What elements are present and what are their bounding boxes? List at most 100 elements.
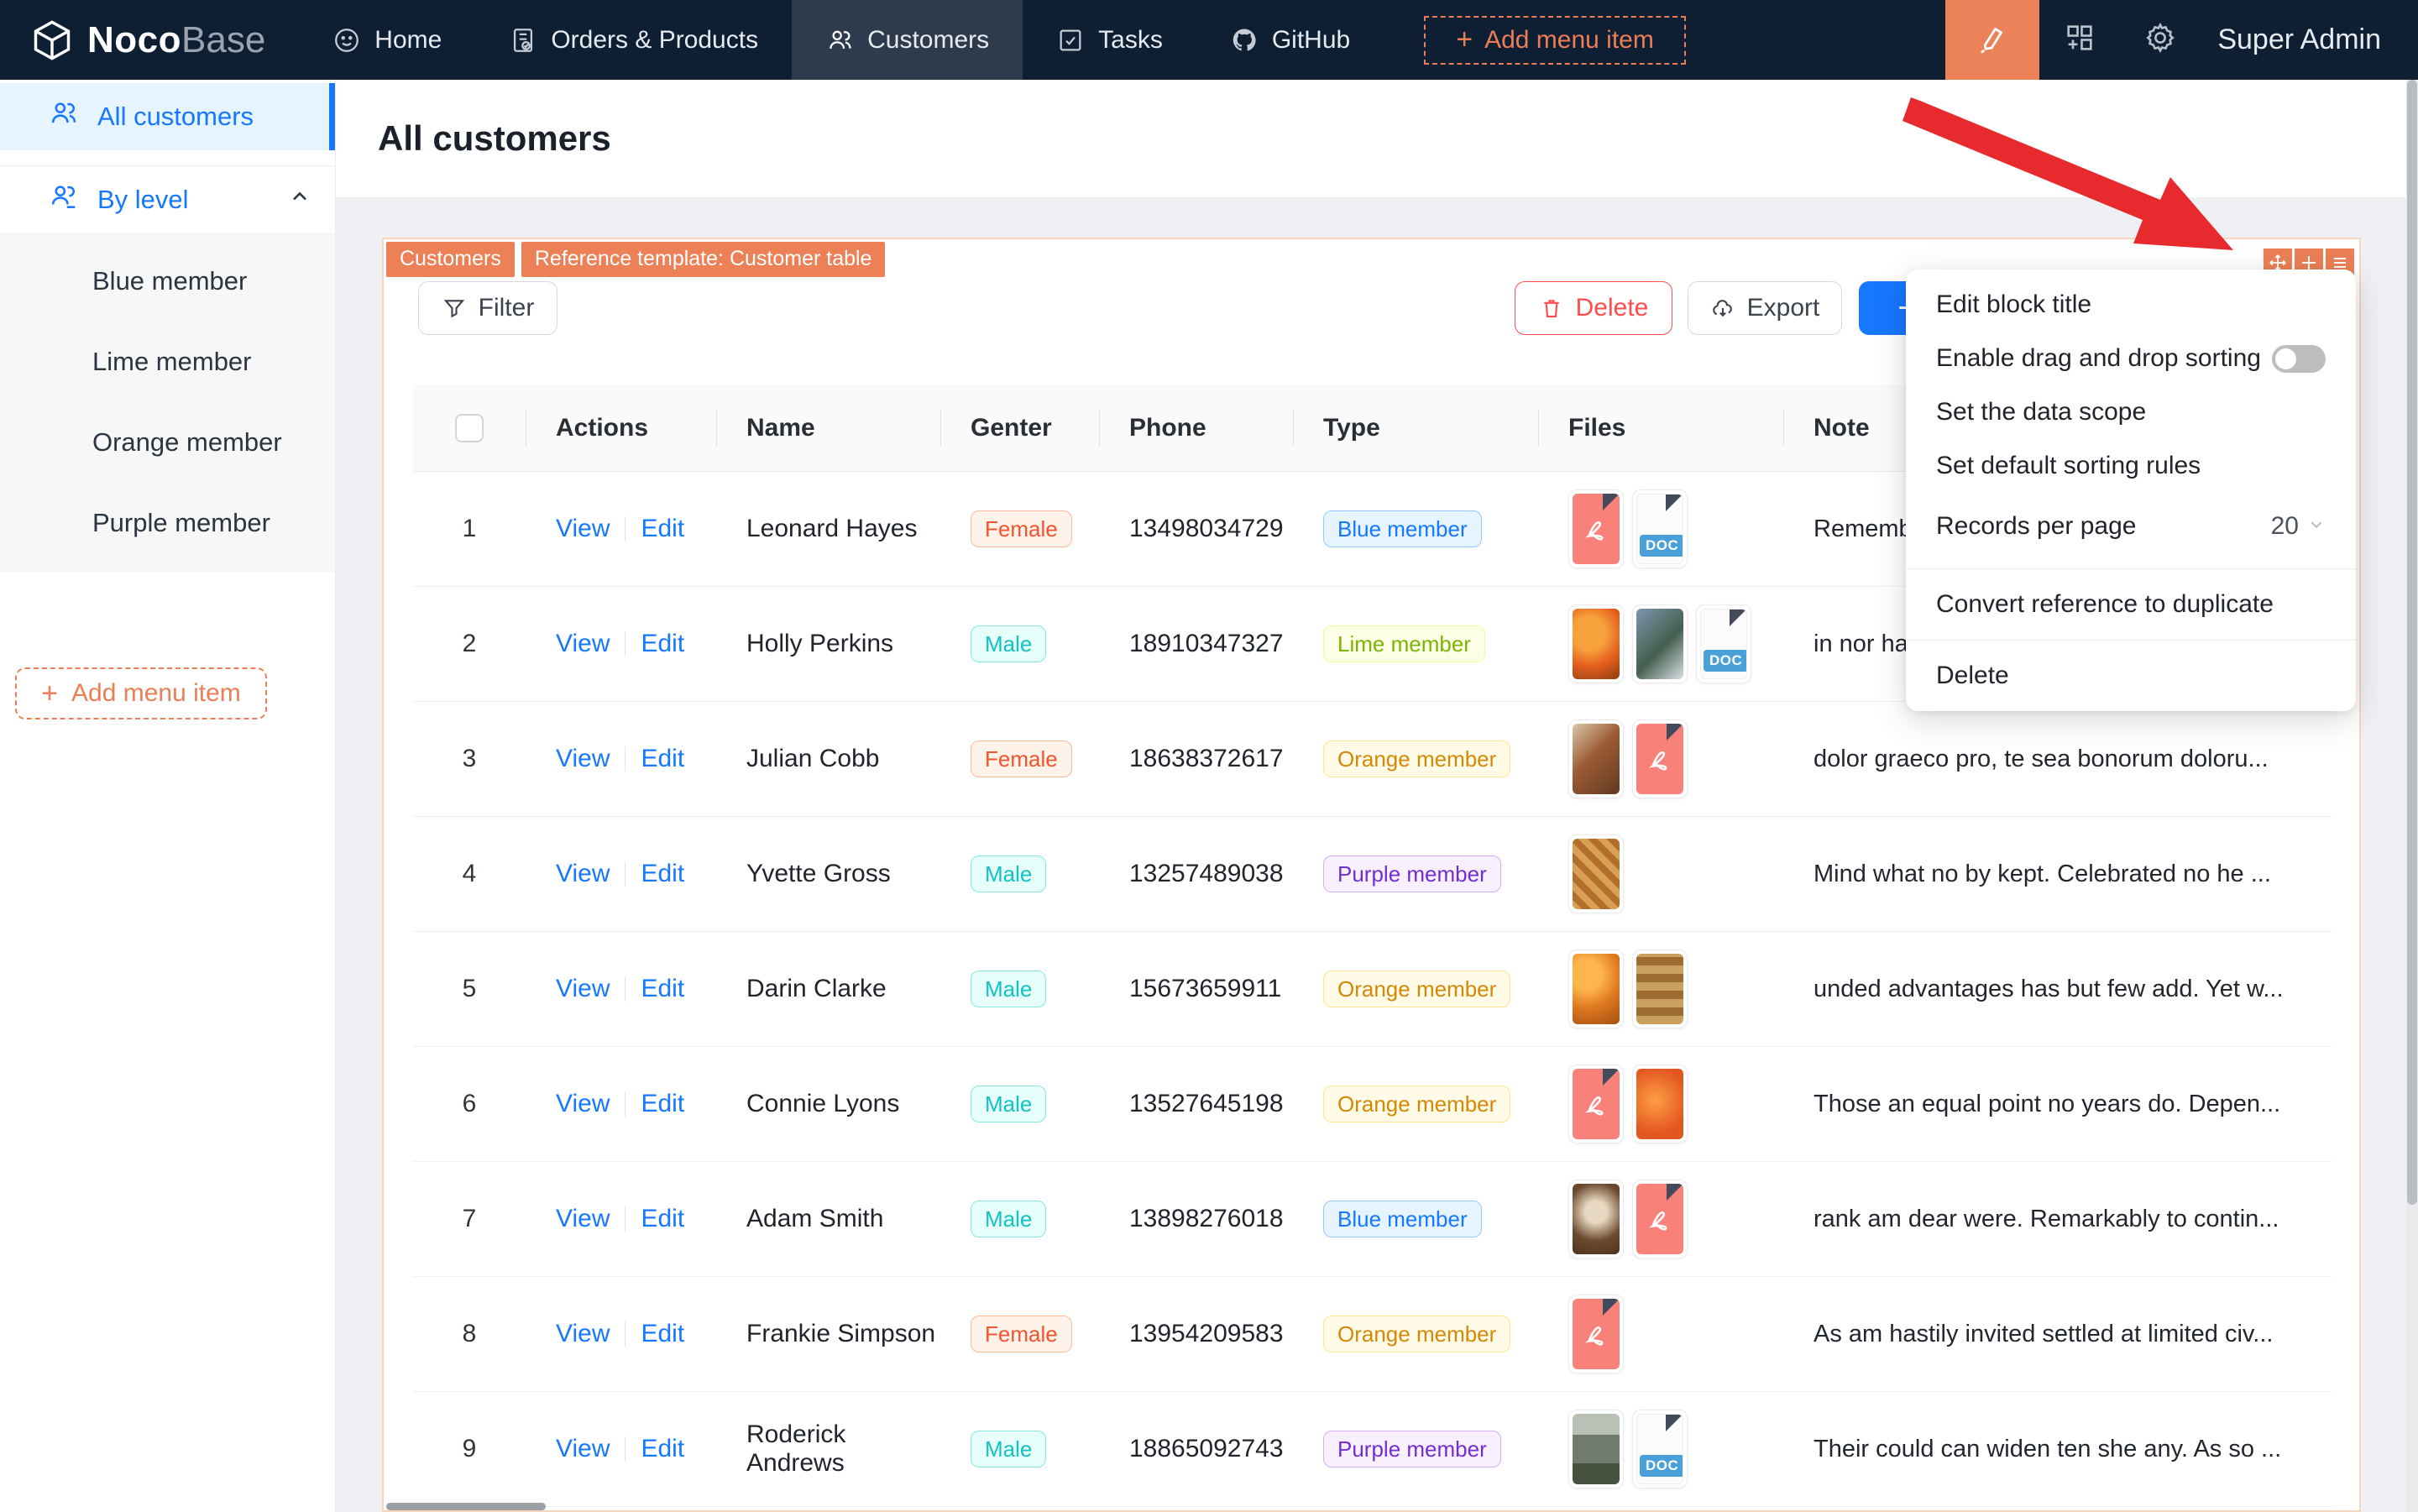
name-cell: Adam Smith [746,1205,884,1232]
sidebar-item-all-customers[interactable]: All customers [0,83,335,150]
note-text: dolor graeco pro, te sea bonorum doloru.… [1814,745,2269,772]
column-header-type: Type [1293,385,1538,471]
pdf-file-icon[interactable] [1568,489,1624,568]
brand-logo[interactable]: NocoBase [0,0,299,80]
menu-item-enable-drag-drop-sorting[interactable]: Enable drag and drop sorting [1906,332,2356,385]
image-thumbnail[interactable] [1632,1065,1688,1143]
image-thumbnail[interactable] [1568,950,1624,1028]
edit-link[interactable]: Edit [641,515,684,543]
nav-item-customers[interactable]: Customers [792,0,1023,80]
records-per-page-value[interactable]: 20 [2271,512,2299,541]
image-thumbnail[interactable] [1568,834,1624,913]
sidebar-add-menu-item-button[interactable]: + Add menu item [15,667,267,719]
horizontal-scrollbar-thumb[interactable] [386,1503,546,1510]
view-link[interactable]: View [556,630,610,658]
image-thumbnail[interactable] [1632,604,1688,683]
view-link[interactable]: View [556,1435,610,1463]
filter-button[interactable]: Filter [418,281,557,335]
edit-link[interactable]: Edit [641,975,684,1003]
view-link[interactable]: View [556,1090,610,1118]
doc-file-icon[interactable]: DOC [1696,604,1751,683]
edit-link[interactable]: Edit [641,1435,684,1463]
image-thumbnail[interactable] [1568,604,1624,683]
view-link[interactable]: View [556,1205,610,1233]
ui-editor-highlighter-button[interactable] [1945,0,2040,80]
user-menu[interactable]: Super Admin [2201,0,2418,80]
type-cell: Orange member [1293,1277,1538,1391]
view-link[interactable]: View [556,515,610,543]
note-text: rank am dear were. Remarkably to contin.… [1814,1205,2279,1232]
nav-item-home[interactable]: Home [299,0,475,80]
edit-link[interactable]: Edit [641,1320,684,1348]
menu-item-edit-block-title[interactable]: Edit block title [1906,278,2356,332]
view-link[interactable]: View [556,745,610,773]
table-row: 9 View Edit Roderick Andrews Male 18865092743… [413,1392,2332,1507]
reference-template-tag: Reference template: Customer table [521,242,886,277]
note-cell: Mind what no by kept. Celebrated no he .… [1783,817,2332,931]
brand-base: Base [181,18,266,60]
select-all-checkbox[interactable] [455,413,484,442]
gender-tag: Male [971,625,1047,662]
navbar-add-menu-item-button[interactable]: + Add menu item [1424,15,1686,65]
edit-link[interactable]: Edit [641,745,684,773]
view-link[interactable]: View [556,975,610,1003]
view-link[interactable]: View [556,1320,610,1348]
drag-drop-sorting-toggle[interactable] [2272,344,2326,373]
menu-item-set-data-scope[interactable]: Set the data scope [1906,385,2356,439]
view-link[interactable]: View [556,860,610,888]
sidebar-item-blue-member[interactable]: Blue member [0,241,335,322]
sidebar-item-lime-member[interactable]: Lime member [0,322,335,402]
phone-cell: 18638372617 [1129,745,1284,772]
pdf-file-icon[interactable] [1568,1065,1624,1143]
edit-link[interactable]: Edit [641,1090,684,1118]
settings-button[interactable] [2120,0,2201,80]
menu-item-set-default-sorting-rules[interactable]: Set default sorting rules [1906,439,2356,493]
actions-cell: View Edit [526,817,716,931]
type-cell: Orange member [1293,702,1538,816]
pdf-file-icon[interactable] [1632,1180,1688,1258]
doc-file-icon[interactable]: DOC [1632,489,1688,568]
menu-item-delete-block[interactable]: Delete [1906,649,2356,703]
edit-link[interactable]: Edit [641,860,684,888]
column-header-phone: Phone [1099,385,1293,471]
image-thumbnail[interactable] [1632,950,1688,1028]
image-thumbnail[interactable] [1568,1410,1624,1488]
sidebar-submenu: Blue member Lime member Orange member Pu… [0,233,335,572]
row-index-cell: 3 [462,745,477,772]
export-button[interactable]: Export [1688,281,1842,335]
image-thumbnail[interactable] [1568,1180,1624,1258]
phone-cell: 13527645198 [1129,1090,1284,1117]
type-cell: Orange member [1293,932,1538,1046]
filter-funnel-icon [443,300,464,318]
gender-cell: Male [940,1162,1099,1276]
actions-cell: View Edit [526,1277,716,1391]
gender-cell: Female [940,472,1099,586]
edit-link[interactable]: Edit [641,1205,684,1233]
sidebar-item-purple-member[interactable]: Purple member [0,483,335,563]
vertical-scrollbar[interactable] [2406,80,2418,1512]
image-thumbnail[interactable] [1568,719,1624,798]
note-cell: unded advantages has but few add. Yet w.… [1783,932,2332,1046]
note-cell: dolor graeco pro, te sea bonorum doloru.… [1783,702,2332,816]
menu-item-convert-reference-to-duplicate[interactable]: Convert reference to duplicate [1906,578,2356,631]
phone-cell: 18910347327 [1129,630,1284,657]
nav-item-orders-products[interactable]: Orders & Products [475,0,792,80]
nav-item-tasks[interactable]: Tasks [1023,0,1196,80]
name-cell: Frankie Simpson [746,1320,936,1347]
sidebar-item-by-level[interactable]: By level [0,165,335,233]
table-row: 7 View Edit Adam Smith Male 13898276018 Blue m… [413,1162,2332,1277]
gender-tag: Male [971,1431,1047,1468]
plugin-manager-button[interactable] [2039,0,2120,80]
edit-link[interactable]: Edit [641,630,684,658]
type-cell: Orange member [1293,1047,1538,1161]
tasks-checkbox-icon [1056,26,1085,55]
nav-item-github[interactable]: GitHub [1196,0,1384,80]
vertical-scrollbar-thumb[interactable] [2407,80,2417,1205]
gender-cell: Male [940,1047,1099,1161]
pdf-file-icon[interactable] [1632,719,1688,798]
sidebar-item-orange-member[interactable]: Orange member [0,402,335,483]
menu-item-records-per-page[interactable]: Records per page 20 [1906,493,2356,560]
pdf-file-icon[interactable] [1568,1295,1624,1373]
doc-file-icon[interactable]: DOC [1632,1410,1688,1488]
delete-button[interactable]: Delete [1515,281,1672,335]
